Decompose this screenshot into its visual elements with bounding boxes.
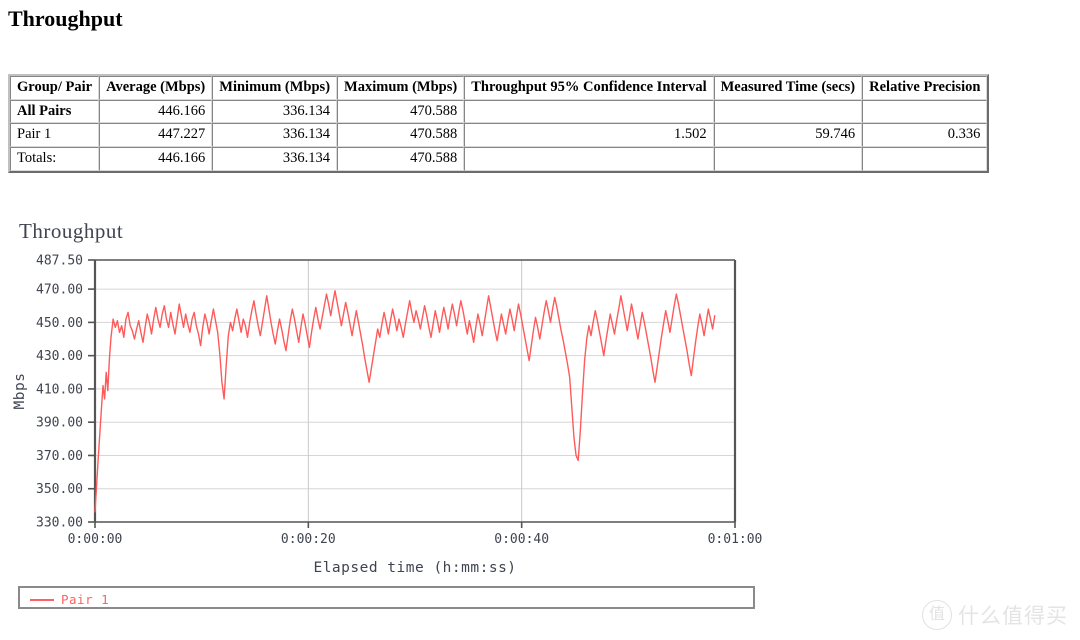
column-header-maximum: Maximum (Mbps) [337, 76, 465, 100]
y-tick-label: 330.00 [36, 516, 83, 531]
column-header-confidence-interval: Throughput 95% Confidence Interval [464, 76, 714, 100]
page-title: Throughput [8, 6, 123, 31]
column-header-relative-precision: Relative Precision [862, 76, 988, 100]
y-tick-label: 430.00 [36, 349, 83, 364]
legend-item-label: Pair 1 [61, 592, 110, 607]
cell-minimum: 336.134 [212, 147, 338, 171]
table-row: Totals: 446.166 336.134 470.588 [10, 147, 988, 171]
column-header-average: Average (Mbps) [99, 76, 213, 100]
column-header-group-pair: Group/ Pair [10, 76, 100, 100]
legend-color-swatch-icon [30, 598, 54, 601]
throughput-results-table: Group/ Pair Average (Mbps) Minimum (Mbps… [8, 74, 990, 173]
x-tick-label: 0:01:00 [708, 532, 763, 547]
watermark-logo-icon: 值 [922, 600, 952, 630]
cell-average: 447.227 [99, 123, 213, 148]
y-tick-label: 350.00 [36, 482, 83, 497]
table-row: All Pairs 446.166 336.134 470.588 [10, 99, 988, 124]
cell-confidence-interval [464, 147, 714, 171]
table-body: All Pairs 446.166 336.134 470.588 Pair 1… [10, 99, 988, 171]
y-tick-label: 487.50 [36, 254, 83, 269]
chart-gridlines [95, 260, 735, 522]
cell-confidence-interval: 1.502 [464, 123, 714, 148]
cell-group-pair: All Pairs [10, 99, 100, 124]
cell-confidence-interval [464, 99, 714, 124]
table-row: Pair 1 447.227 336.134 470.588 1.502 59.… [10, 123, 988, 148]
cell-minimum: 336.134 [212, 99, 338, 124]
y-axis-title: Mbps [12, 373, 28, 410]
cell-group-pair: Totals: [10, 147, 100, 171]
y-tick-label: 390.00 [36, 416, 83, 431]
series-line-pair-1 [94, 290, 716, 513]
cell-measured-time [713, 147, 863, 171]
cell-relative-precision [862, 147, 988, 171]
results-table-container: Group/ Pair Average (Mbps) Minimum (Mbps… [8, 74, 990, 173]
cell-relative-precision [862, 99, 988, 124]
column-header-minimum: Minimum (Mbps) [212, 76, 338, 100]
y-tick-label: 410.00 [36, 382, 83, 397]
x-tick-label: 0:00:00 [68, 532, 123, 547]
table-header-row: Group/ Pair Average (Mbps) Minimum (Mbps… [10, 76, 988, 100]
x-tick-label: 0:00:20 [281, 532, 336, 547]
chart-legend: Pair 1 [18, 586, 755, 609]
y-tick-label: 450.00 [36, 316, 83, 331]
y-tick-label: 470.00 [36, 283, 83, 298]
cell-average: 446.166 [99, 99, 213, 124]
y-tick-label: 370.00 [36, 449, 83, 464]
cell-group-pair: Pair 1 [10, 123, 100, 148]
legend-item-pair-1[interactable]: Pair 1 [30, 590, 109, 609]
cell-maximum: 470.588 [337, 99, 465, 124]
chart-canvas: 487.50 470.00 450.00 430.00 410.00 390.00 370.… [12, 254, 762, 577]
column-header-measured-time: Measured Time (secs) [713, 76, 863, 100]
x-tick-label: 0:00:40 [494, 532, 549, 547]
cell-maximum: 470.588 [337, 123, 465, 148]
watermark: 值 什么值得买 [922, 600, 1068, 630]
chart-axes [88, 259, 737, 528]
throughput-chart: Throughput 487.50 470.00 450.00 430.00 410.0… [0, 206, 790, 626]
cell-measured-time [713, 99, 863, 124]
chart-tick-labels: 487.50 470.00 450.00 430.00 410.00 390.00 370.… [36, 254, 762, 548]
table-header: Group/ Pair Average (Mbps) Minimum (Mbps… [10, 76, 988, 100]
chart-series [94, 290, 716, 513]
cell-measured-time: 59.746 [713, 123, 863, 148]
x-axis-title: Elapsed time (h:mm:ss) [313, 560, 516, 576]
cell-maximum: 470.588 [337, 147, 465, 171]
cell-relative-precision: 0.336 [862, 123, 988, 148]
cell-minimum: 336.134 [212, 123, 338, 148]
watermark-text: 什么值得买 [958, 604, 1068, 628]
cell-average: 446.166 [99, 147, 213, 171]
